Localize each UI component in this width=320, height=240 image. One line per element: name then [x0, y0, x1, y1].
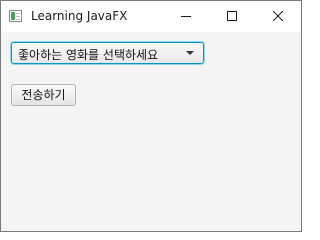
- submit-button[interactable]: 전송하기: [11, 84, 76, 106]
- chevron-down-icon[interactable]: [186, 51, 194, 55]
- movie-combo-box[interactable]: 좋아하는 영화를 선택하세요: [11, 42, 204, 64]
- maximize-button[interactable]: [209, 1, 255, 32]
- close-button[interactable]: [255, 1, 301, 32]
- window-title: Learning JavaFX: [31, 9, 128, 23]
- title-bar[interactable]: Learning JavaFX: [1, 1, 301, 32]
- close-icon: [273, 11, 283, 21]
- app-window: Learning JavaFX 좋아하는 영화를 선택하세요 전송하기: [0, 0, 302, 232]
- app-icon[interactable]: [9, 10, 22, 22]
- minimize-button[interactable]: [163, 1, 209, 32]
- combo-prompt: 좋아하는 영화를 선택하세요: [18, 48, 159, 62]
- minimize-icon: [181, 16, 191, 17]
- maximize-icon: [227, 11, 237, 21]
